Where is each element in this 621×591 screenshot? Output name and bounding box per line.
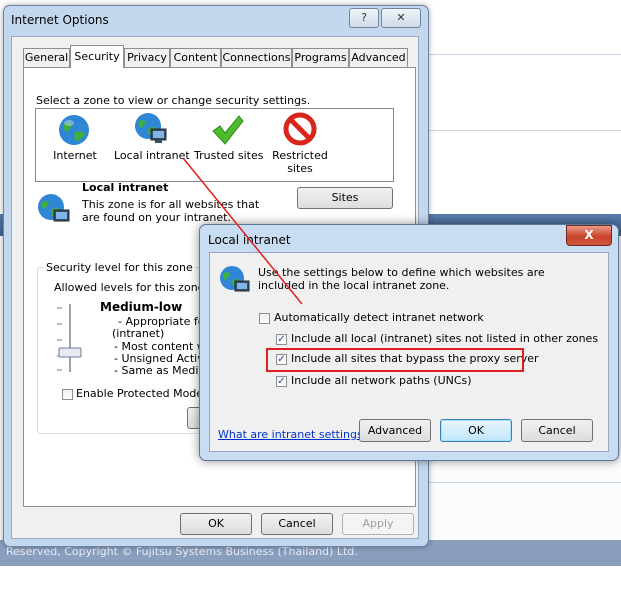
annotation-arrow [182, 157, 303, 305]
tab-security[interactable]: Security [70, 45, 124, 68]
